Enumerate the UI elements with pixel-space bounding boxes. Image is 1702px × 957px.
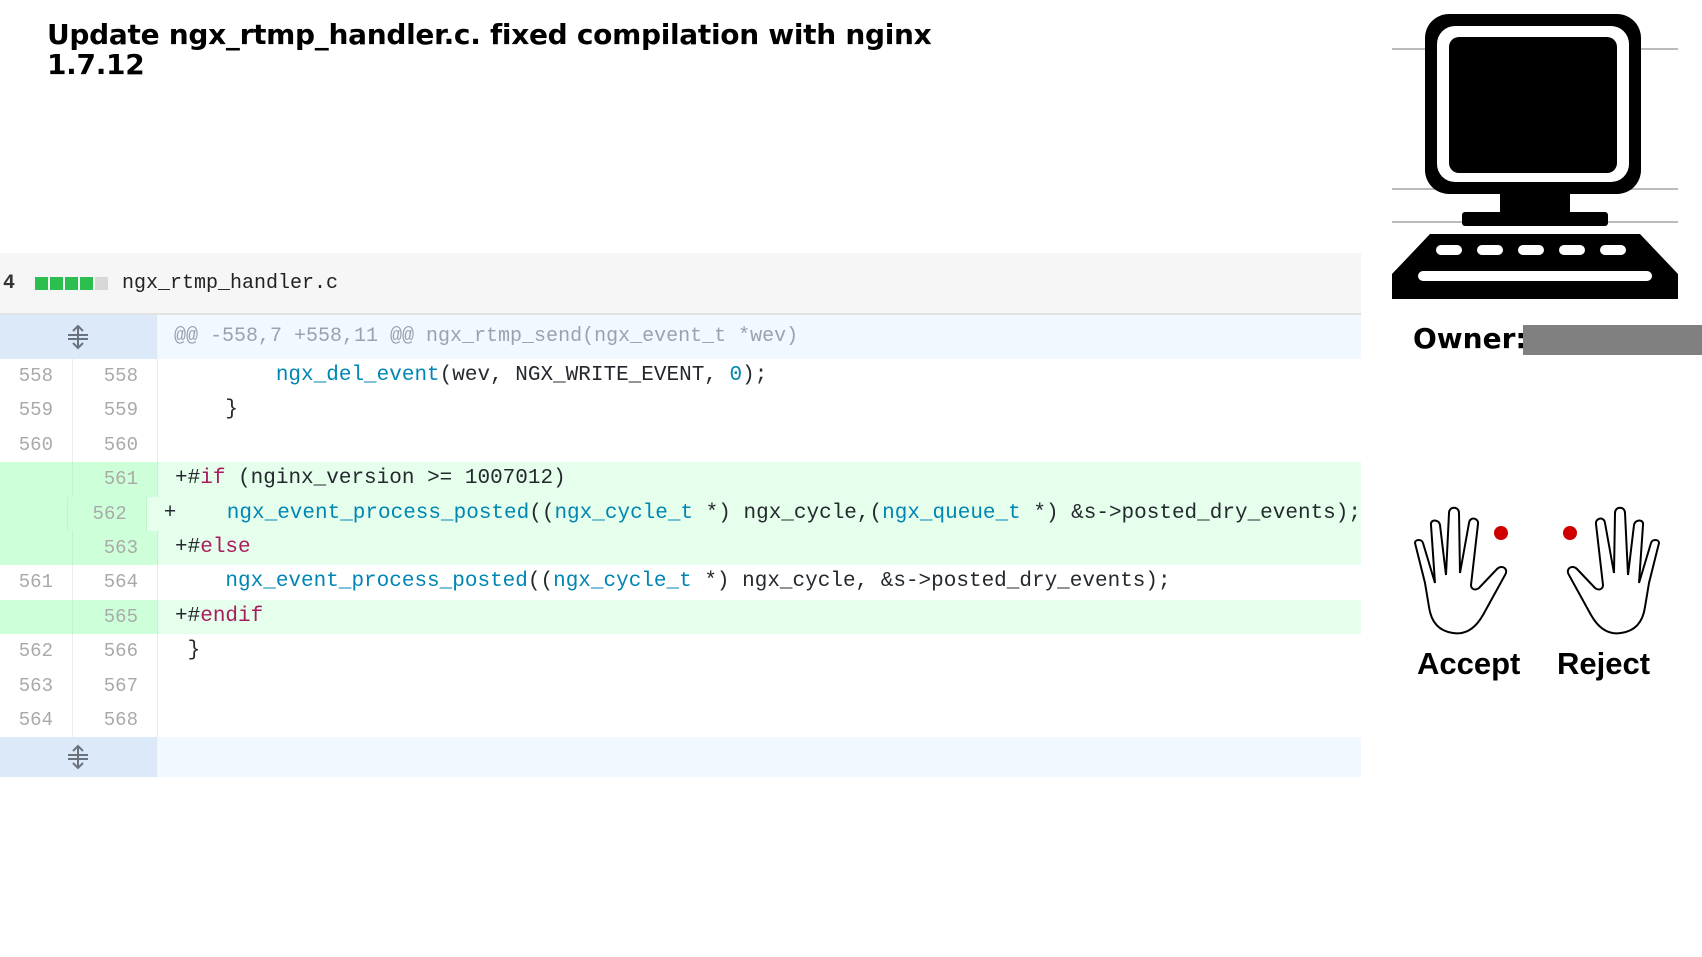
old-line-number[interactable] [0,462,73,497]
old-line-number[interactable] [0,599,73,635]
diff-line-context: 564 568 [0,702,1361,738]
code-text: +#if (nginx_version >= 1007012) [175,467,566,491]
code-text: ngx_del_event(wev, NGX_WRITE_EVENT, 0); [275,364,768,387]
diff-line-context: 558 558 ngx_del_event(wev, NGX_WRITE_EVEN… [0,359,1361,394]
hunk-header-text: @@ -558,7 +558,11 @@ ngx_rtmp_send(ngx_e… [157,315,1361,359]
new-line-number[interactable]: 565 [73,599,158,635]
new-line-number[interactable]: 559 [73,393,158,428]
diff-line-added: 563 +#else [0,530,1361,566]
hunk-header: @@ -558,7 +558,11 @@ ngx_rtmp_send(ngx_e… [0,315,1361,359]
old-line-number[interactable]: 562 [0,634,73,669]
diff-line-context: 563 567 [0,668,1361,703]
old-line-number[interactable]: 559 [0,393,73,428]
expand-icon[interactable] [0,315,157,359]
old-line-number[interactable]: 564 [0,702,73,738]
hunk-footer [0,737,1361,778]
diff-line-context: 560 560 [0,427,1361,463]
code-text: +#else [175,535,251,559]
diff-view: 4 ngx_rtmp_handler.c @@ -558,7 +558,11 @… [0,253,1361,778]
old-line-number[interactable]: 560 [0,427,73,463]
change-count: 4 [3,271,16,295]
file-name[interactable]: ngx_rtmp_handler.c [122,272,338,295]
commit-title: Update ngx_rtmp_handler.c. fixed compila… [47,18,932,81]
diff-lines: 558 558 ngx_del_event(wev, NGX_WRITE_EVEN… [0,359,1361,738]
code-text: + ngx_event_process_posted((ngx_cycle_t … [163,501,1361,525]
code-text: } [175,639,201,663]
diffstat-add-block [80,276,93,290]
diffstat-neutral-block [95,276,108,290]
diff-line-context: 559 559 } [0,393,1361,428]
new-line-number[interactable]: 561 [73,462,158,497]
new-line-number[interactable]: 562 [67,496,147,531]
new-line-number[interactable]: 560 [73,427,158,463]
computer-icon [1392,14,1678,299]
old-line-number[interactable]: 561 [0,565,73,600]
old-line-number[interactable] [0,496,68,531]
accept-button[interactable]: Accept [1417,646,1520,682]
new-line-number[interactable]: 566 [73,634,158,669]
owner-value-redacted [1523,325,1702,355]
expand-icon[interactable] [0,737,157,778]
file-header[interactable]: 4 ngx_rtmp_handler.c [0,253,1361,315]
diffstat-add-block [35,276,48,290]
diff-line-added: 565 +#endif [0,599,1361,635]
right-hand-icon[interactable] [1541,503,1661,638]
new-line-number[interactable]: 564 [73,565,158,600]
old-line-number[interactable]: 558 [0,359,73,394]
diff-line-added: 562 + ngx_event_process_posted((ngx_cycle… [0,496,1361,531]
new-line-number[interactable]: 568 [73,702,158,738]
diff-line-context: 561 564 ngx_event_process_posted((ngx_cyc… [0,565,1361,600]
diff-line-added: 561 +#if (nginx_version >= 1007012) [0,462,1361,497]
owner-label: Owner: [1413,322,1527,355]
code-text: ngx_event_process_posted((ngx_cycle_t *)… [225,570,1171,594]
new-line-number[interactable]: 567 [73,668,158,703]
left-hand-icon[interactable] [1413,503,1533,638]
old-line-number[interactable] [0,530,73,566]
new-line-number[interactable]: 558 [73,359,158,394]
diffstat-bar [35,276,108,290]
diffstat-add-block [50,276,63,290]
diffstat-add-block [65,276,78,290]
new-line-number[interactable]: 563 [73,530,158,566]
reject-button[interactable]: Reject [1557,646,1650,682]
old-line-number[interactable]: 563 [0,668,73,703]
diff-line-context: 562 566 } [0,634,1361,669]
code-text: } [175,398,239,422]
code-text: +#endif [175,604,264,628]
